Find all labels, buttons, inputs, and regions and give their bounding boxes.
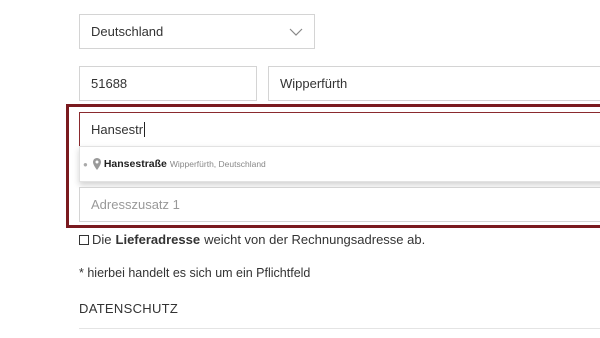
autocomplete-suggestion[interactable]: ● Hansestraße Wipperfürth, Deutschland [79, 146, 600, 182]
street-value: Hansestr [91, 122, 144, 137]
bullet-icon: ● [83, 159, 88, 169]
delivery-checkbox[interactable] [79, 234, 89, 245]
address-line2-input[interactable]: Adresszusatz 1 [79, 187, 600, 222]
zip-value: 51688 [91, 76, 128, 91]
suggestion-location: Wipperfürth, Deutschland [169, 159, 266, 169]
text-caret [144, 122, 146, 137]
divider [79, 328, 600, 329]
chevron-down-icon [289, 27, 303, 37]
delivery-label-prefix: Die [92, 232, 112, 247]
map-pin-icon [92, 158, 101, 170]
checkout-address-form: Deutschland 51688 Wipperfürth Hansestr ●… [0, 0, 600, 338]
address-line2-placeholder: Adresszusatz 1 [91, 197, 180, 212]
city-value: Wipperfürth [280, 76, 348, 91]
delivery-address-option[interactable]: Die Lieferadresse weicht von der Rechnun… [79, 232, 425, 247]
required-note: * hierbei handelt es sich um ein Pflicht… [79, 266, 311, 280]
zip-input[interactable]: 51688 [79, 66, 257, 101]
country-select[interactable]: Deutschland [79, 14, 315, 49]
delivery-label-suffix: weicht von der Rechnungsadresse ab. [204, 232, 426, 247]
country-value: Deutschland [91, 24, 164, 39]
street-input[interactable]: Hansestr [79, 112, 600, 147]
suggestion-street: Hansestraße [103, 158, 167, 170]
privacy-section-title: DATENSCHUTZ [79, 301, 179, 316]
city-input[interactable]: Wipperfürth [268, 66, 600, 101]
delivery-label-bold: Lieferadresse [115, 232, 201, 247]
